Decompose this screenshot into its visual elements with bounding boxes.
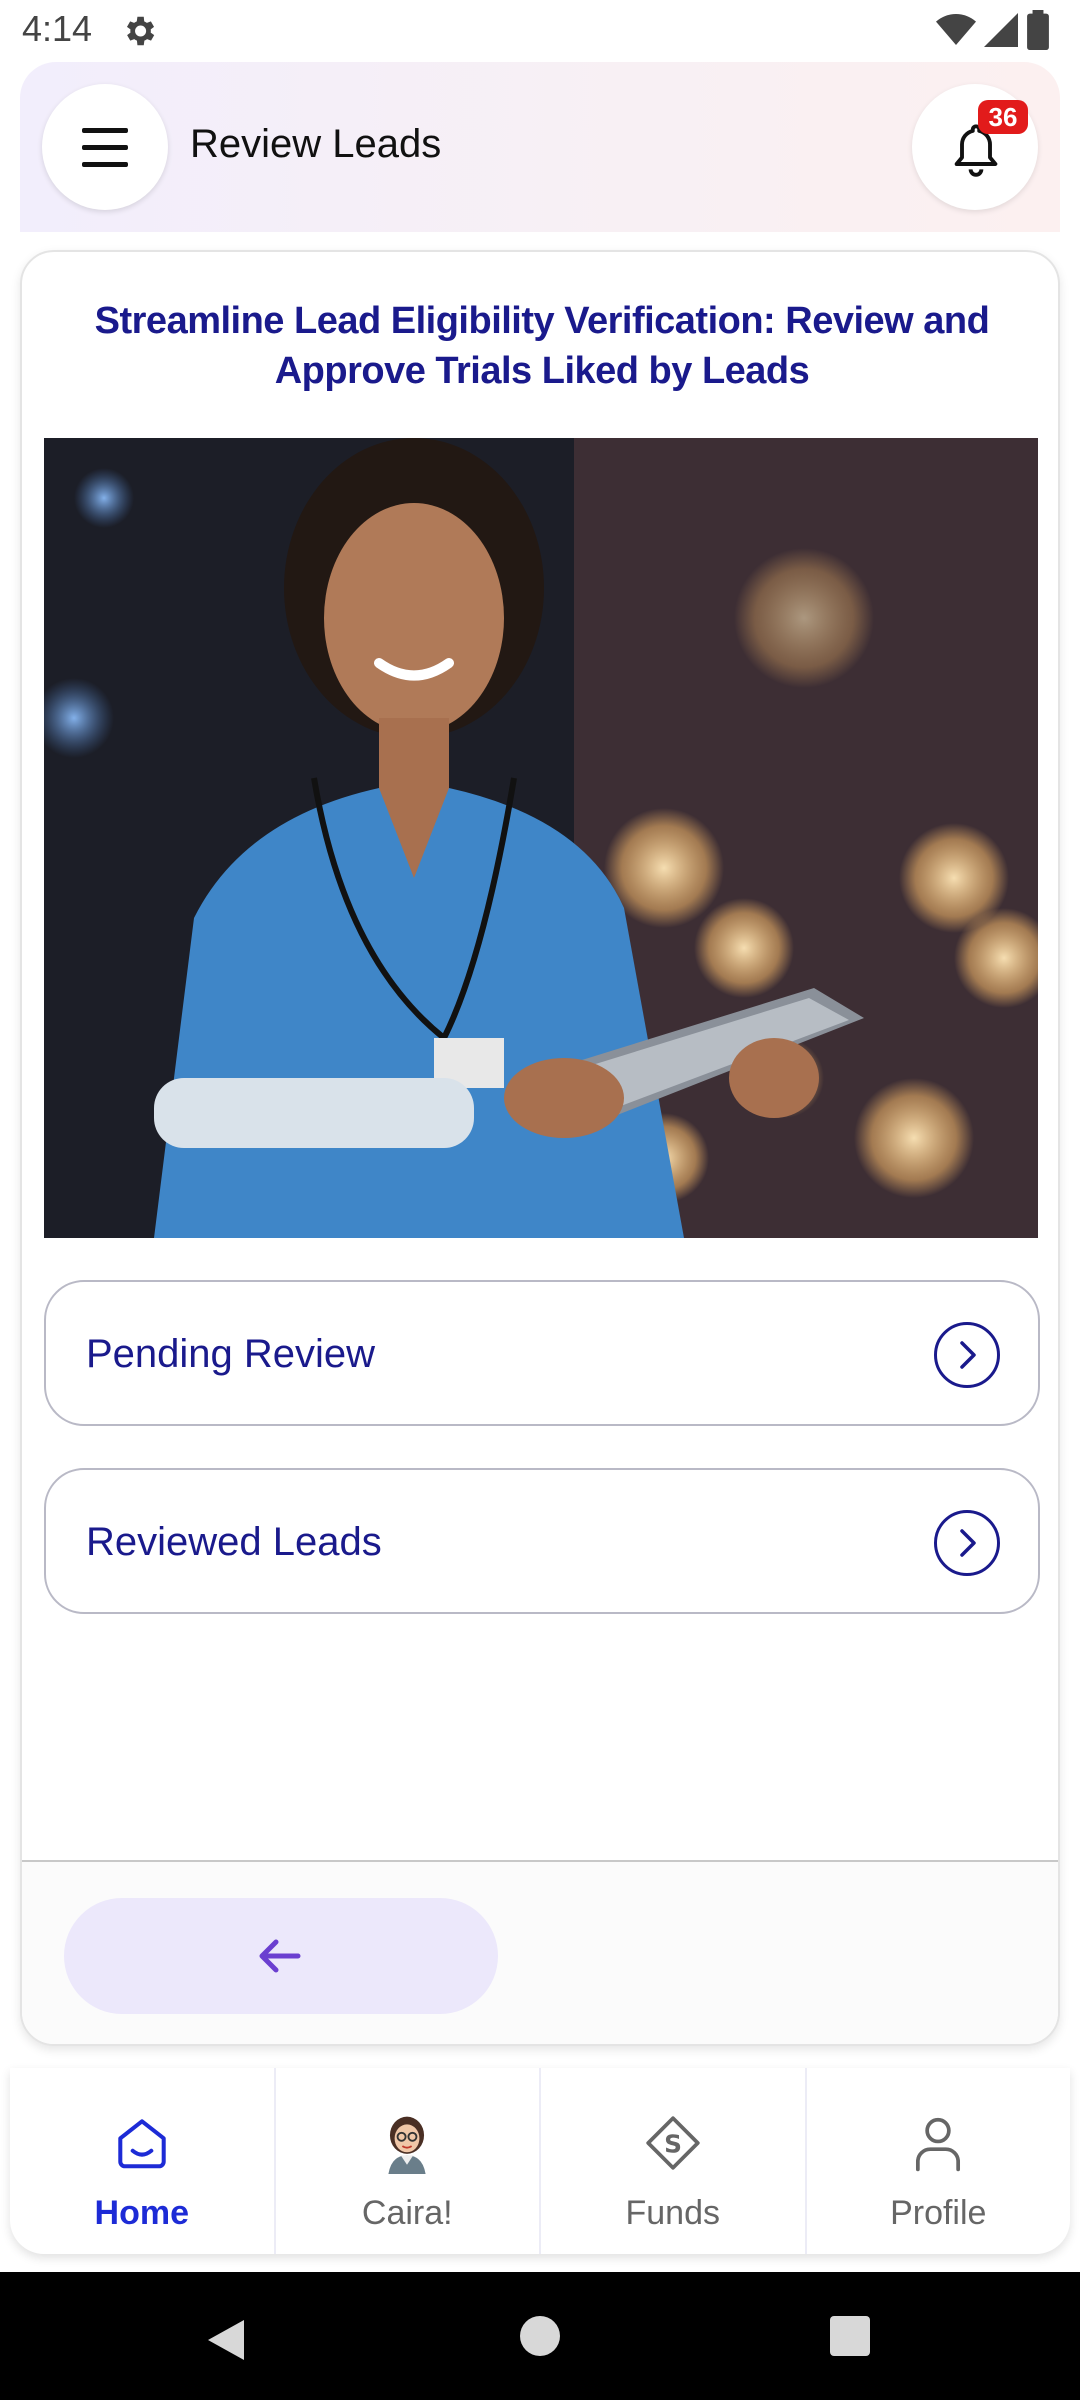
pending-review-label: Pending Review [86,1332,376,1376]
bottom-navigation: Home Caira! S Funds Profile [10,2068,1070,2254]
wifi-icon [936,14,976,45]
card-title: Streamline Lead Eligibility Verification… [94,300,990,392]
nav-profile[interactable]: Profile [807,2068,1071,2254]
battery-icon [1027,10,1049,50]
hero-illustration [44,438,1038,1238]
status-icons [936,10,1050,50]
review-leads-card: Streamline Lead Eligibility Verification… [20,250,1060,2046]
hamburger-icon-line [82,145,128,150]
nav-home-label: Home [94,2194,189,2232]
nav-home[interactable]: Home [10,2068,276,2254]
funds-icon: S [646,2116,700,2170]
system-home-icon[interactable] [520,2316,560,2356]
nav-caira-label: Caira! [361,2194,453,2232]
back-button[interactable] [64,1898,498,2014]
system-navigation-bar [0,2272,1080,2400]
cell-signal-icon [984,13,1018,47]
chevron-right-icon[interactable] [934,1510,1000,1576]
app-header: Review Leads 36 [20,62,1060,232]
hamburger-icon [82,128,128,133]
settings-gear-icon [126,16,155,46]
page-title: Review Leads [190,122,442,166]
reviewed-leads-row[interactable]: Reviewed Leads [44,1468,1040,1614]
profile-icon [916,2117,961,2172]
caira-avatar-icon [388,2116,426,2174]
menu-button[interactable] [42,84,168,210]
status-time: 4:14 [22,8,93,49]
notification-badge: 36 [978,100,1028,134]
nav-caira[interactable]: Caira! [276,2068,541,2254]
nav-funds-label: Funds [625,2194,721,2232]
reviewed-leads-label: Reviewed Leads [86,1520,382,1564]
system-recents-icon[interactable] [830,2316,870,2356]
nav-profile-label: Profile [890,2194,987,2232]
svg-text:S: S [664,2129,682,2158]
status-bar: 4:14 [0,0,1080,62]
home-icon [118,2119,166,2169]
pending-review-row[interactable]: Pending Review [44,1280,1040,1426]
system-back-icon[interactable] [204,2316,248,2364]
hamburger-icon-line [82,162,128,167]
notifications-button[interactable]: 36 [912,84,1038,210]
nav-funds[interactable]: S Funds [541,2068,807,2254]
hero-image-nurse-with-tablet [44,438,1038,1238]
chevron-right-icon[interactable] [934,1322,1000,1388]
card-footer [22,1860,1058,2044]
arrow-left-icon [259,1939,301,1973]
